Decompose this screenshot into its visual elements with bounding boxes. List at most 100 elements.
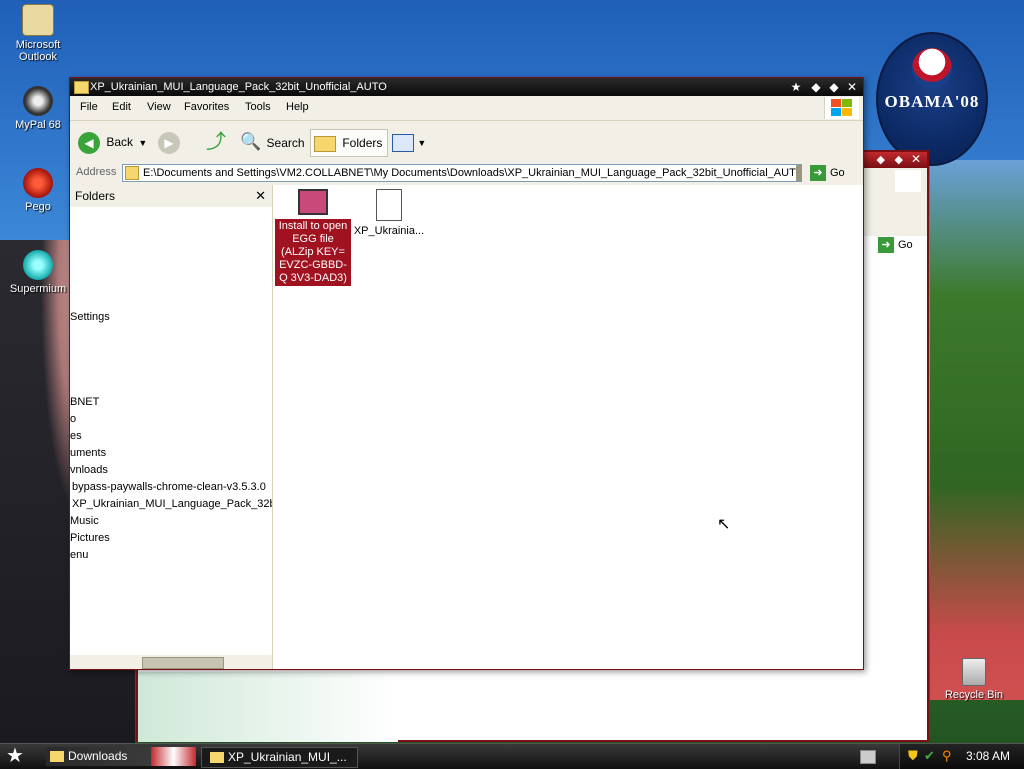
folders-pane-title: Folders — [75, 189, 116, 203]
file-name: Install to open EGG file (ALZip KEY= EVZ… — [275, 219, 351, 286]
chevron-down-icon[interactable]: ▼ — [417, 138, 426, 148]
tree-item[interactable]: enu — [70, 549, 88, 561]
tree-item[interactable]: bypass-paywalls-chrome-clean-v3.5.3.0 — [72, 481, 266, 493]
start-button[interactable]: ★ — [6, 745, 24, 767]
task-downloads[interactable]: Downloads — [46, 747, 196, 766]
close-pane-icon[interactable]: ✕ — [255, 185, 266, 207]
windows-flag-icon — [895, 170, 921, 192]
desktop-icon-outlook[interactable]: Microsoft Outlook — [0, 4, 76, 63]
tree-item[interactable]: Settings — [70, 311, 110, 323]
menu-tools[interactable]: Tools — [245, 101, 271, 113]
folders-button[interactable]: Folders — [310, 129, 389, 157]
desktop-icon-label: MyPal 68 — [15, 119, 61, 131]
app-window-icon — [298, 189, 328, 215]
scrollbar-thumb[interactable] — [142, 657, 224, 669]
folders-pane-header: Folders ✕ — [70, 185, 272, 207]
clock[interactable]: 3:08 AM — [966, 749, 1010, 763]
maximize-icon[interactable]: ◆ — [827, 80, 841, 94]
forward-button[interactable]: ▶ — [158, 129, 180, 155]
file-item-text[interactable]: XP_Ukrainia... — [351, 189, 427, 237]
search-icon[interactable]: ⚲ — [942, 748, 952, 764]
desktop-icon-label: Supermium — [9, 283, 67, 295]
task-explorer-window[interactable]: XP_Ukrainian_MUI_... — [201, 747, 358, 768]
address-bar: Address E:\Documents and Settings\VM2.CO… — [70, 163, 863, 186]
up-folder-button[interactable]: ⤴ — [206, 129, 226, 155]
chevron-down-icon[interactable]: ▼ — [138, 138, 147, 148]
search-button[interactable]: 🔍 Search — [240, 129, 305, 155]
views-icon — [392, 133, 414, 152]
pego-icon — [23, 168, 53, 198]
shield-icon[interactable]: ⛊ — [908, 748, 918, 764]
tree-item[interactable]: BNET — [70, 396, 99, 408]
menu-file[interactable]: File — [80, 101, 98, 113]
menu-help[interactable]: Help — [286, 101, 309, 113]
horizontal-scrollbar[interactable] — [70, 655, 272, 669]
window-title: XP_Ukrainian_MUI_Language_Pack_32bit_Uno… — [90, 81, 387, 93]
file-name: XP_Ukrainia... — [353, 225, 425, 237]
tree-item[interactable]: XP_Ukrainian_MUI_Language_Pack_32bit — [72, 498, 272, 510]
minimize-icon[interactable]: ◆ — [877, 153, 885, 166]
menu-edit[interactable]: Edit — [112, 101, 131, 113]
background-window-content — [138, 672, 398, 742]
desktop-icon-pego[interactable]: Pego — [0, 168, 76, 213]
desktop-icon-recycle-bin[interactable]: Recycle Bin — [936, 658, 1012, 701]
menu-favorites[interactable]: Favorites — [184, 101, 229, 113]
tree-item[interactable]: Pictures — [70, 532, 110, 544]
close-icon[interactable]: ✕ — [911, 152, 921, 166]
taskbar: ★ Downloads XP_Ukrainian_MUI_... ⛊ ✔ ⚲ 3… — [0, 743, 1024, 769]
recycle-bin-icon — [962, 658, 986, 686]
pin-icon[interactable]: ★ — [789, 80, 803, 94]
tree-item[interactable]: uments — [70, 447, 106, 459]
file-item-installer[interactable]: Install to open EGG file (ALZip KEY= EVZ… — [275, 189, 351, 286]
menu-view[interactable]: View — [147, 101, 171, 113]
start-star-icon: ★ — [6, 745, 24, 767]
desktop-icon-label: Recycle Bin — [944, 689, 1004, 701]
desktop-icon-mypal[interactable]: MyPal 68 — [0, 86, 76, 131]
address-scroll-marker — [796, 165, 802, 181]
mouse-cursor-icon: ↖ — [717, 516, 731, 533]
explorer-window[interactable]: XP_Ukrainian_MUI_Language_Pack_32bit_Uno… — [69, 77, 864, 670]
tree-item[interactable]: Music — [70, 515, 99, 527]
supermium-icon — [23, 250, 53, 280]
close-icon[interactable]: ✕ — [845, 80, 859, 94]
go-button[interactable]: ➜ Go — [810, 164, 845, 182]
desktop-wallpaper-trees — [930, 160, 1024, 700]
system-tray: ⛊ ✔ ⚲ 3:08 AM — [899, 744, 1024, 769]
up-folder-icon: ⤴ — [206, 131, 226, 153]
background-go-button[interactable]: ➜ Go — [878, 236, 913, 254]
obama-badge: OBAMA'08 — [876, 32, 988, 166]
go-arrow-icon: ➜ — [810, 165, 826, 182]
folder-icon — [314, 135, 336, 152]
back-button[interactable]: ◀ Back ▼ — [78, 129, 147, 155]
tree-item[interactable]: es — [70, 430, 82, 442]
views-button[interactable]: ▼ — [392, 129, 426, 155]
tree-item[interactable]: o — [70, 413, 76, 425]
forward-arrow-icon: ▶ — [158, 131, 180, 154]
folder-icon — [50, 751, 64, 763]
folder-icon — [210, 752, 224, 764]
minimize-icon[interactable]: ◆ — [809, 80, 823, 94]
desktop-icon-label: Pego — [25, 201, 51, 213]
maximize-icon[interactable]: ◆ — [895, 153, 903, 166]
desktop-icon-supermium[interactable]: Supermium — [0, 250, 76, 295]
go-arrow-icon: ➜ — [878, 237, 894, 254]
folders-pane: Folders ✕ Settings BNET o es uments vnlo… — [70, 185, 273, 669]
window-titlebar[interactable]: XP_Ukrainian_MUI_Language_Pack_32bit_Uno… — [70, 78, 863, 96]
campaign-logo-icon — [912, 48, 952, 88]
toolbar: ◀ Back ▼ ▶ ⤴ 🔍 Search Folders ▼ — [70, 121, 863, 164]
network-icon[interactable]: ✔ — [924, 748, 935, 764]
badge-text: OBAMA'08 — [884, 92, 980, 111]
outlook-icon — [22, 4, 54, 36]
desktop-icon-label: Microsoft Outlook — [15, 39, 61, 63]
keyboard-icon[interactable] — [860, 750, 876, 764]
address-label: Address — [76, 166, 117, 178]
address-input[interactable]: E:\Documents and Settings\VM2.COLLABNET\… — [122, 164, 802, 182]
tree-item[interactable]: vnloads — [70, 464, 108, 476]
zip-folder-icon — [125, 166, 139, 181]
menu-bar: File Edit View Favorites Tools Help — [70, 96, 863, 121]
windows-flag-icon — [824, 97, 859, 119]
back-arrow-icon: ◀ — [78, 131, 100, 154]
folder-icon — [74, 81, 89, 94]
mypal-icon — [23, 86, 53, 116]
file-list: Install to open EGG file (ALZip KEY= EVZ… — [273, 185, 863, 669]
